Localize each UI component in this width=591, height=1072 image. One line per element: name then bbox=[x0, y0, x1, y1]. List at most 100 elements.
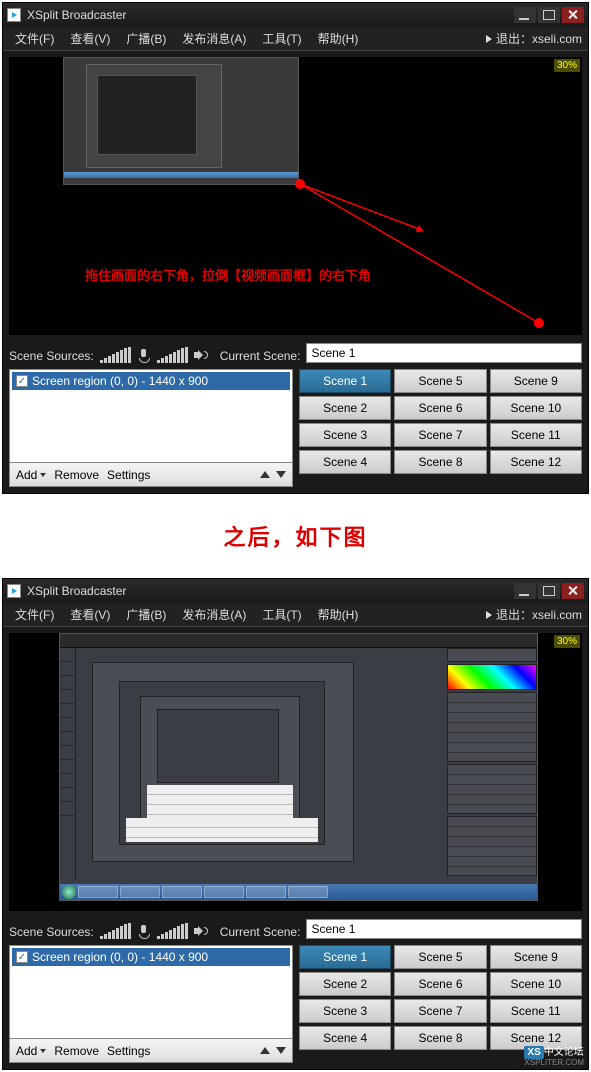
add-button[interactable]: Add bbox=[16, 1044, 46, 1058]
menubar: 文件(F) 查看(V) 广播(B) 发布消息(A) 工具(T) 帮助(H) 退出… bbox=[3, 603, 588, 627]
speaker-icon[interactable] bbox=[194, 925, 208, 939]
source-item[interactable]: ✓ Screen region (0, 0) - 1440 x 900 bbox=[12, 372, 290, 390]
mic-level-meter[interactable] bbox=[100, 923, 131, 939]
scene-button-7[interactable]: Scene 7 bbox=[394, 999, 486, 1023]
scene-button-8[interactable]: Scene 8 bbox=[394, 450, 486, 474]
minimize-button[interactable] bbox=[514, 7, 536, 23]
scene-grid: Scene 1 Scene 5 Scene 9 Scene 2 Scene 6 … bbox=[299, 945, 582, 1050]
source-item[interactable]: ✓ Screen region (0, 0) - 1440 x 900 bbox=[12, 948, 290, 966]
source-name: Screen region (0, 0) - 1440 x 900 bbox=[32, 950, 208, 964]
scene-button-6[interactable]: Scene 6 bbox=[394, 972, 486, 996]
scene-button-5[interactable]: Scene 5 bbox=[394, 369, 486, 393]
speaker-level-meter[interactable] bbox=[157, 347, 188, 363]
maximize-button[interactable] bbox=[538, 583, 560, 599]
settings-button[interactable]: Settings bbox=[107, 468, 150, 482]
menu-tools[interactable]: 工具(T) bbox=[256, 28, 307, 49]
menu-view[interactable]: 查看(V) bbox=[64, 28, 116, 49]
instruction-text: 拖住画面的右下角，拉倒【视频画面框】的右下角 bbox=[85, 265, 371, 284]
scene-button-8[interactable]: Scene 8 bbox=[394, 1026, 486, 1050]
start-orb-icon bbox=[62, 885, 76, 899]
current-scene-input[interactable] bbox=[306, 919, 582, 939]
app-icon bbox=[7, 8, 21, 22]
scene-button-1[interactable]: Scene 1 bbox=[299, 945, 391, 969]
titlebar[interactable]: XSplit Broadcaster bbox=[3, 3, 588, 27]
move-down-button[interactable] bbox=[276, 1047, 286, 1054]
menubar: 文件(F) 查看(V) 广播(B) 发布消息(A) 工具(T) 帮助(H) 退出… bbox=[3, 27, 588, 51]
speaker-icon[interactable] bbox=[194, 349, 208, 363]
titlebar[interactable]: XSplit Broadcaster bbox=[3, 579, 588, 603]
scene-button-2[interactable]: Scene 2 bbox=[299, 972, 391, 996]
scene-button-10[interactable]: Scene 10 bbox=[490, 972, 582, 996]
scene-button-4[interactable]: Scene 4 bbox=[299, 1026, 391, 1050]
scene-button-3[interactable]: Scene 3 bbox=[299, 999, 391, 1023]
current-scene-input[interactable] bbox=[306, 343, 582, 363]
play-icon bbox=[486, 611, 492, 619]
source-list[interactable]: ✓ Screen region (0, 0) - 1440 x 900 bbox=[9, 945, 293, 1039]
current-scene-label: Current Scene: bbox=[220, 925, 301, 939]
close-button[interactable] bbox=[562, 7, 584, 23]
maximize-button[interactable] bbox=[538, 7, 560, 23]
scene-button-10[interactable]: Scene 10 bbox=[490, 396, 582, 420]
audio-controls: Scene Sources: Current Scene: bbox=[3, 341, 588, 365]
menu-file[interactable]: 文件(F) bbox=[9, 604, 60, 625]
speaker-level-meter[interactable] bbox=[157, 923, 188, 939]
app-title: XSplit Broadcaster bbox=[27, 584, 514, 598]
menu-help[interactable]: 帮助(H) bbox=[312, 28, 365, 49]
menu-tools[interactable]: 工具(T) bbox=[256, 604, 307, 625]
scene-button-4[interactable]: Scene 4 bbox=[299, 450, 391, 474]
drag-arrow-line bbox=[9, 57, 579, 335]
sources-label: Scene Sources: bbox=[9, 925, 94, 939]
source-checkbox[interactable]: ✓ bbox=[16, 951, 28, 963]
move-down-button[interactable] bbox=[276, 471, 286, 478]
xsplit-window-before: XSplit Broadcaster 文件(F) 查看(V) 广播(B) 发布消… bbox=[2, 2, 589, 494]
preview-canvas[interactable]: 30% 拖住画面的右下角，拉倒【视频画面框】的右下角 bbox=[9, 57, 582, 335]
scene-button-9[interactable]: Scene 9 bbox=[490, 369, 582, 393]
audio-controls: Scene Sources: Current Scene: bbox=[3, 917, 588, 941]
scene-button-1[interactable]: Scene 1 bbox=[299, 369, 391, 393]
menu-file[interactable]: 文件(F) bbox=[9, 28, 60, 49]
exit-link[interactable]: 退出：xseli.com bbox=[486, 30, 582, 47]
menu-help[interactable]: 帮助(H) bbox=[312, 604, 365, 625]
menu-broadcast[interactable]: 广播(B) bbox=[120, 28, 172, 49]
remove-button[interactable]: Remove bbox=[54, 468, 99, 482]
mic-level-meter[interactable] bbox=[100, 347, 131, 363]
taskbar bbox=[60, 884, 537, 900]
add-button[interactable]: Add bbox=[16, 468, 46, 482]
close-button[interactable] bbox=[562, 583, 584, 599]
scene-button-6[interactable]: Scene 6 bbox=[394, 396, 486, 420]
microphone-icon[interactable] bbox=[137, 925, 151, 939]
app-title: XSplit Broadcaster bbox=[27, 8, 514, 22]
minimize-button[interactable] bbox=[514, 583, 536, 599]
scene-button-5[interactable]: Scene 5 bbox=[394, 945, 486, 969]
source-list[interactable]: ✓ Screen region (0, 0) - 1440 x 900 bbox=[9, 369, 293, 463]
move-up-button[interactable] bbox=[260, 1047, 270, 1054]
resize-handle-end[interactable] bbox=[534, 318, 544, 328]
scene-button-11[interactable]: Scene 11 bbox=[490, 999, 582, 1023]
scene-button-7[interactable]: Scene 7 bbox=[394, 423, 486, 447]
menu-broadcast[interactable]: 广播(B) bbox=[120, 604, 172, 625]
app-icon bbox=[7, 584, 21, 598]
settings-button[interactable]: Settings bbox=[107, 1044, 150, 1058]
source-checkbox[interactable]: ✓ bbox=[16, 375, 28, 387]
source-toolbar: Add Remove Settings bbox=[9, 463, 293, 487]
menu-publish[interactable]: 发布消息(A) bbox=[176, 28, 252, 49]
captured-desktop bbox=[59, 633, 538, 901]
menu-publish[interactable]: 发布消息(A) bbox=[176, 604, 252, 625]
zoom-badge: 30% bbox=[554, 635, 580, 648]
remove-button[interactable]: Remove bbox=[54, 1044, 99, 1058]
watermark: XS中文论坛 XSPLITER.COM bbox=[524, 1043, 584, 1067]
exit-link[interactable]: 退出：xseli.com bbox=[486, 606, 582, 623]
move-up-button[interactable] bbox=[260, 471, 270, 478]
current-scene-label: Current Scene: bbox=[220, 349, 301, 363]
source-name: Screen region (0, 0) - 1440 x 900 bbox=[32, 374, 208, 388]
source-toolbar: Add Remove Settings bbox=[9, 1039, 293, 1063]
preview-canvas[interactable]: 30% bbox=[9, 633, 582, 911]
scene-button-2[interactable]: Scene 2 bbox=[299, 396, 391, 420]
scene-button-3[interactable]: Scene 3 bbox=[299, 423, 391, 447]
scene-button-12[interactable]: Scene 12 bbox=[490, 450, 582, 474]
microphone-icon[interactable] bbox=[137, 349, 151, 363]
menu-view[interactable]: 查看(V) bbox=[64, 604, 116, 625]
scene-button-9[interactable]: Scene 9 bbox=[490, 945, 582, 969]
scene-button-11[interactable]: Scene 11 bbox=[490, 423, 582, 447]
xsplit-window-after: XSplit Broadcaster 文件(F) 查看(V) 广播(B) 发布消… bbox=[2, 578, 589, 1070]
